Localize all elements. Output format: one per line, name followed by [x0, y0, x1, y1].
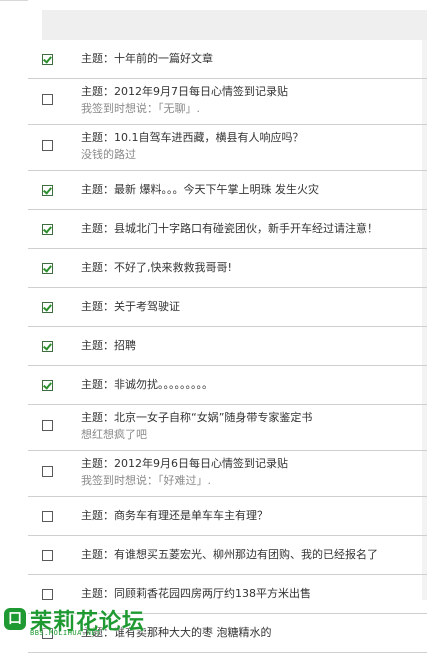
- thread-row[interactable]: 主题：2012年9月7日每日心情签到记录贴 我签到时想说：「无聊」.: [28, 79, 427, 125]
- thread-text: 主题：招聘: [81, 339, 136, 353]
- thread-checkbox[interactable]: [42, 420, 53, 431]
- thread-text: 主题：有谁想买五菱宏光、柳州那边有团购、我的已经报名了: [81, 548, 378, 562]
- thread-subtitle: 想红想疯了吧: [81, 428, 147, 441]
- thread-row[interactable]: 主题：十年前的一篇好文章: [28, 40, 427, 79]
- thread-title[interactable]: 主题：北京一女子自称“女娲”随身带专家鉴定书: [81, 411, 312, 425]
- thread-row[interactable]: 主题：有谁想买五菱宏光、柳州那边有团购、我的已经报名了: [28, 536, 427, 575]
- left-gutter: [0, 0, 28, 642]
- thread-text: 主题：10.1自驾车进西藏，横县有人响应吗？ 没钱的路过: [81, 131, 304, 162]
- thread-checkbox[interactable]: [42, 54, 53, 65]
- thread-text: 主题：十年前的一篇好文章: [81, 52, 213, 66]
- thread-title[interactable]: 主题：同顾莉香花园四房两厅约138平方米出售: [81, 587, 311, 601]
- thread-subtitle: 没钱的路过: [81, 148, 136, 161]
- thread-checkbox[interactable]: [42, 341, 53, 352]
- thread-title[interactable]: 主题：2012年9月6日每日心情签到记录贴: [81, 457, 288, 471]
- thread-title[interactable]: 主题：有谁想买五菱宏光、柳州那边有团购、我的已经报名了: [81, 548, 378, 562]
- thread-row[interactable]: 主题：北京一女子自称“女娲”随身带专家鉴定书 想红想疯了吧: [28, 405, 427, 451]
- thread-title[interactable]: 主题：最新 爆料。。。今天下午掌上明珠 发生火灾: [81, 183, 319, 197]
- thread-title[interactable]: 主题：非诚勿扰。。。。。。。。。: [81, 378, 213, 392]
- gutter-rule: [0, 0, 28, 1]
- thread-row[interactable]: 主题：最新 爆料。。。今天下午掌上明珠 发生火灾: [28, 171, 427, 210]
- forum-logo: 口 茉莉花论坛 BBS.MOLIHUA.NET: [0, 600, 150, 642]
- thread-text: 主题：县城北门十字路口有碰瓷团伙，新手开车经过请注意！: [81, 222, 378, 236]
- thread-checkbox[interactable]: [42, 185, 53, 196]
- thread-text: 主题：非诚勿扰。。。。。。。。。: [81, 378, 213, 392]
- thread-row[interactable]: 主题：关于考驾驶证: [28, 288, 427, 327]
- thread-text: 主题：关于考驾驶证: [81, 300, 180, 314]
- thread-text: 主题：2012年9月7日每日心情签到记录贴 我签到时想说：「无聊」.: [81, 85, 288, 116]
- thread-text: 主题：同顾莉香花园四房两厅约138平方米出售: [81, 587, 311, 601]
- thread-text: 主题：北京一女子自称“女娲”随身带专家鉴定书 想红想疯了吧: [81, 411, 312, 442]
- thread-text: 主题：不好了,快来救救我哥哥!: [81, 261, 232, 275]
- thread-checkbox[interactable]: [42, 94, 53, 105]
- thread-subtitle: 我签到时想说：「无聊」.: [81, 102, 200, 115]
- thread-checkbox[interactable]: [42, 466, 53, 477]
- thread-checkbox[interactable]: [42, 589, 53, 600]
- thread-row[interactable]: 主题：不好了,快来救救我哥哥!: [28, 249, 427, 288]
- thread-title[interactable]: 主题：商务车有理还是单车车主有理？: [81, 509, 268, 523]
- thread-title[interactable]: 主题：县城北门十字路口有碰瓷团伙，新手开车经过请注意！: [81, 222, 378, 236]
- thread-checkbox[interactable]: [42, 140, 53, 151]
- thread-row[interactable]: 主题：2012年9月6日每日心情签到记录贴 我签到时想说：「好难过」.: [28, 451, 427, 497]
- thread-row[interactable]: 主题：10.1自驾车进西藏，横县有人响应吗？ 没钱的路过: [28, 125, 427, 171]
- thread-checkbox[interactable]: [42, 302, 53, 313]
- thread-checkbox[interactable]: [42, 511, 53, 522]
- thread-title[interactable]: 主题：不好了,快来救救我哥哥!: [81, 261, 232, 275]
- thread-title[interactable]: 主题：十年前的一篇好文章: [81, 52, 213, 66]
- logo-icon: 口: [4, 608, 26, 630]
- thread-text: 主题：2012年9月6日每日心情签到记录贴 我签到时想说：「好难过」.: [81, 457, 288, 488]
- thread-row[interactable]: 主题：商务车有理还是单车车主有理？: [28, 497, 427, 536]
- thread-title[interactable]: 主题：招聘: [81, 339, 136, 353]
- thread-checkbox[interactable]: [42, 380, 53, 391]
- thread-title[interactable]: 主题：2012年9月7日每日心情签到记录贴: [81, 85, 288, 99]
- thread-checkbox[interactable]: [42, 224, 53, 235]
- list-header-bar: [42, 10, 427, 40]
- thread-text: 主题：最新 爆料。。。今天下午掌上明珠 发生火灾: [81, 183, 319, 197]
- thread-row[interactable]: 主题：县城北门十字路口有碰瓷团伙，新手开车经过请注意！: [28, 210, 427, 249]
- thread-row[interactable]: 主题：非诚勿扰。。。。。。。。。: [28, 366, 427, 405]
- logo-url: BBS.MOLIHUA.NET: [30, 629, 101, 637]
- thread-checkbox[interactable]: [42, 550, 53, 561]
- thread-text: 主题：商务车有理还是单车车主有理？: [81, 509, 268, 523]
- thread-checkbox[interactable]: [42, 263, 53, 274]
- thread-row[interactable]: 主题：招聘: [28, 327, 427, 366]
- thread-title[interactable]: 主题：10.1自驾车进西藏，横县有人响应吗？: [81, 131, 304, 145]
- thread-title[interactable]: 主题：关于考驾驶证: [81, 300, 180, 314]
- thread-list: 主题：十年前的一篇好文章主题：2012年9月7日每日心情签到记录贴 我签到时想说：…: [28, 40, 427, 653]
- thread-subtitle: 我签到时想说：「好难过」.: [81, 474, 211, 487]
